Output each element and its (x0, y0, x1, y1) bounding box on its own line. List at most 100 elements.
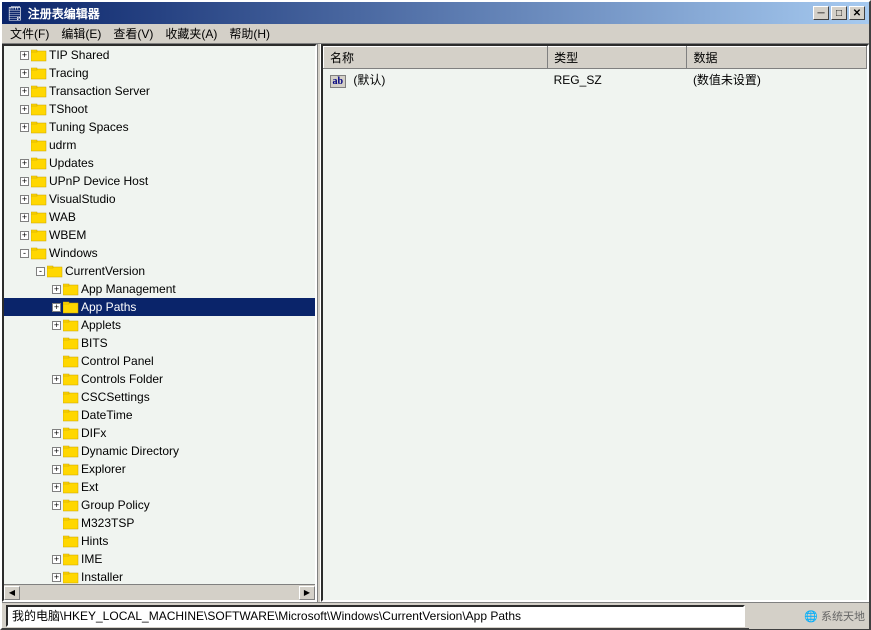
folder-icon-udrm (31, 138, 47, 152)
tree-node-udrm[interactable]: udrm (4, 136, 315, 154)
expand-controls-folder[interactable]: + (52, 375, 61, 384)
tree-hscrollbar[interactable]: ◀ ▶ (4, 584, 315, 600)
expand-group-policy[interactable]: + (52, 501, 61, 510)
expand-tracing[interactable]: + (20, 69, 29, 78)
folder-icon-updates (31, 156, 47, 170)
folder-icon-dynamic-directory (63, 444, 79, 458)
expand-installer[interactable]: + (52, 573, 61, 582)
tree-node-updates[interactable]: + Updates (4, 154, 315, 172)
node-label-m323tsp: M323TSP (81, 514, 134, 532)
col-type[interactable]: 类型 (548, 47, 687, 69)
expand-windows[interactable]: - (20, 249, 29, 258)
maximize-button[interactable]: □ (831, 6, 847, 20)
tree-node-controls-folder[interactable]: + Controls Folder (4, 370, 315, 388)
folder-icon-controls-folder (63, 372, 79, 386)
menu-help[interactable]: 帮助(H) (223, 23, 276, 44)
tree-node-tuning-spaces[interactable]: + Tuning Spaces (4, 118, 315, 136)
expand-currentversion[interactable]: - (36, 267, 45, 276)
tree-node-explorer[interactable]: + Explorer (4, 460, 315, 478)
folder-icon-tshoot (31, 102, 47, 116)
expand-ime[interactable]: + (52, 555, 61, 564)
node-label-wbem: WBEM (49, 226, 86, 244)
tree-node-tracing[interactable]: + Tracing (4, 64, 315, 82)
tree-node-csc-settings[interactable]: CSCSettings (4, 388, 315, 406)
menu-bar: 文件(F) 编辑(E) 查看(V) 收藏夹(A) 帮助(H) (2, 24, 869, 44)
expand-visualstudio[interactable]: + (20, 195, 29, 204)
node-label-hints: Hints (81, 532, 108, 550)
col-name[interactable]: 名称 (324, 47, 548, 69)
expand-dynamic-directory[interactable]: + (52, 447, 61, 456)
expand-app-management[interactable]: + (52, 285, 61, 294)
minimize-button[interactable]: ─ (813, 6, 829, 20)
tree-node-dynamic-directory[interactable]: + Dynamic Directory (4, 442, 315, 460)
menu-favorites[interactable]: 收藏夹(A) (159, 23, 223, 44)
expand-difx[interactable]: + (52, 429, 61, 438)
menu-file[interactable]: 文件(F) (4, 23, 55, 44)
tree-node-m323tsp[interactable]: M323TSP (4, 514, 315, 532)
expand-transaction-server[interactable]: + (20, 87, 29, 96)
expand-tuning-spaces[interactable]: + (20, 123, 29, 132)
expand-tshoot[interactable]: + (20, 105, 29, 114)
node-label-windows: Windows (49, 244, 98, 262)
tree-node-datetime[interactable]: DateTime (4, 406, 315, 424)
tree-node-ext[interactable]: + Ext (4, 478, 315, 496)
expand-explorer[interactable]: + (52, 465, 61, 474)
tree-node-bits[interactable]: BITS (4, 334, 315, 352)
node-label-bits: BITS (81, 334, 108, 352)
expand-updates[interactable]: + (20, 159, 29, 168)
folder-icon-csc-settings (63, 390, 79, 404)
tree-node-windows[interactable]: - Windows (4, 244, 315, 262)
tree-node-difx[interactable]: + DIFx (4, 424, 315, 442)
expand-wbem[interactable]: + (20, 231, 29, 240)
tree-node-tip-shared[interactable]: + TIP Shared (4, 46, 315, 64)
folder-icon-datetime (63, 408, 79, 422)
tree-node-group-policy[interactable]: + Group Policy (4, 496, 315, 514)
registry-table: 名称 类型 数据 ab (默认) REG_SZ (数值未设置) (323, 46, 867, 91)
tree-node-control-panel[interactable]: Control Panel (4, 352, 315, 370)
node-label-tracing: Tracing (49, 64, 89, 82)
node-label-app-paths: App Paths (81, 298, 136, 316)
folder-icon-windows (31, 246, 47, 260)
tree-node-app-paths[interactable]: + App Paths (4, 298, 315, 316)
tree-node-currentversion[interactable]: - CurrentVersion (4, 262, 315, 280)
node-label-installer: Installer (81, 568, 123, 584)
tree-node-ime[interactable]: + IME (4, 550, 315, 568)
tree-node-hints[interactable]: Hints (4, 532, 315, 550)
node-label-currentversion: CurrentVersion (65, 262, 145, 280)
menu-view[interactable]: 查看(V) (107, 23, 159, 44)
table-row[interactable]: ab (默认) REG_SZ (数值未设置) (324, 69, 867, 91)
tree-node-wbem[interactable]: + WBEM (4, 226, 315, 244)
expand-app-paths[interactable]: + (52, 303, 61, 312)
expand-applets[interactable]: + (52, 321, 61, 330)
tree-node-transaction-server[interactable]: + Transaction Server (4, 82, 315, 100)
tree-node-visualstudio[interactable]: + VisualStudio (4, 190, 315, 208)
tree-node-upnp[interactable]: + UPnP Device Host (4, 172, 315, 190)
expand-wab[interactable]: + (20, 213, 29, 222)
tree-node-applets[interactable]: + Applets (4, 316, 315, 334)
tree-scroll[interactable]: + TIP Shared + Trac (4, 46, 315, 584)
folder-icon-explorer (63, 462, 79, 476)
expand-tip-shared[interactable]: + (20, 51, 29, 60)
tree-node-tshoot[interactable]: + TShoot (4, 100, 315, 118)
col-data[interactable]: 数据 (687, 47, 867, 69)
folder-icon-group-policy (63, 498, 79, 512)
folder-icon-ime (63, 552, 79, 566)
watermark-area: 🌐 系统天地 (749, 603, 869, 629)
tree-node-wab[interactable]: + WAB (4, 208, 315, 226)
expand-upnp[interactable]: + (20, 177, 29, 186)
menu-edit[interactable]: 编辑(E) (55, 23, 107, 44)
folder-icon-difx (63, 426, 79, 440)
hscroll-right[interactable]: ▶ (299, 586, 315, 600)
node-label-difx: DIFx (81, 424, 106, 442)
hscroll-left[interactable]: ◀ (4, 586, 20, 600)
folder-icon-app-paths (63, 300, 79, 314)
tree-node-app-management[interactable]: + App Management (4, 280, 315, 298)
status-path: 我的电脑\HKEY_LOCAL_MACHINE\SOFTWARE\Microso… (6, 605, 745, 627)
node-label-udrm: udrm (49, 136, 76, 154)
expand-ext[interactable]: + (52, 483, 61, 492)
tree-node-installer[interactable]: + Installer (4, 568, 315, 584)
tree-panel: + TIP Shared + Trac (2, 44, 317, 602)
folder-icon-control-panel (63, 354, 79, 368)
close-button[interactable]: ✕ (849, 6, 865, 20)
row-data: (数值未设置) (687, 69, 867, 91)
